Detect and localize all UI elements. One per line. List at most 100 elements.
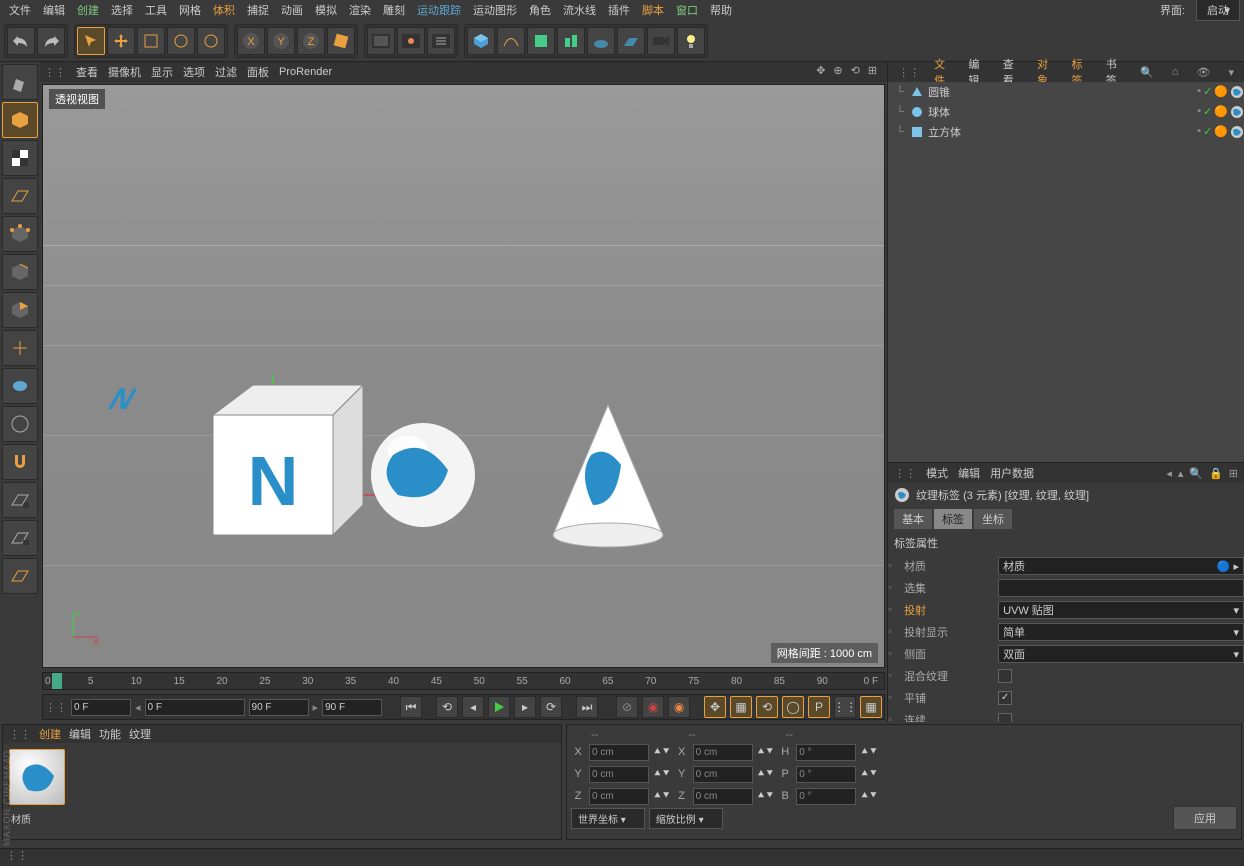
texture-mode-button[interactable] bbox=[2, 140, 38, 176]
rotate-tool[interactable] bbox=[167, 27, 195, 55]
polygon-mode-button[interactable] bbox=[2, 292, 38, 328]
menu-流水线[interactable]: 流水线 bbox=[558, 0, 601, 20]
size-z[interactable] bbox=[693, 788, 753, 805]
viewport-3d[interactable]: 透视视图 N N bbox=[42, 84, 885, 668]
timeline-ruler[interactable]: 051015202530354045505560657075808590 0 F bbox=[42, 672, 885, 690]
point-mode-button[interactable] bbox=[2, 216, 38, 252]
attr-tile-check[interactable] bbox=[998, 691, 1012, 705]
vp-menu-options[interactable]: 选项 bbox=[183, 64, 205, 80]
workplane-button[interactable] bbox=[2, 178, 38, 214]
menu-体积[interactable]: 体积 bbox=[208, 0, 240, 20]
vp-layout-icon[interactable]: ⊞ bbox=[868, 64, 877, 80]
prev-frame-button[interactable]: ◂ bbox=[462, 696, 484, 718]
eye-icon[interactable]: 👁 bbox=[1191, 64, 1217, 81]
vp-rotate-icon[interactable]: ⟲ bbox=[851, 64, 860, 80]
vp-menu-display[interactable]: 显示 bbox=[151, 64, 173, 80]
add-deformer-button[interactable] bbox=[557, 27, 585, 55]
menu-工具[interactable]: 工具 bbox=[140, 0, 172, 20]
menu-模拟[interactable]: 模拟 bbox=[310, 0, 342, 20]
opt1-button[interactable]: ✥ bbox=[704, 696, 726, 718]
pos-x[interactable] bbox=[589, 744, 649, 761]
axis-y-button[interactable]: Y bbox=[267, 27, 295, 55]
next-frame-button[interactable]: ▸ bbox=[514, 696, 536, 718]
attr-up-icon[interactable]: ▴ bbox=[1178, 467, 1184, 480]
attrtab-coord[interactable]: 坐标 bbox=[974, 509, 1012, 529]
goto-start-button[interactable]: ⏮ bbox=[400, 696, 422, 718]
attr-prev-icon[interactable]: ◂ bbox=[1166, 467, 1172, 480]
rot-p[interactable] bbox=[796, 766, 856, 783]
add-floor-button[interactable] bbox=[617, 27, 645, 55]
vp-menu-prorender[interactable]: ProRender bbox=[279, 66, 332, 78]
redo-button[interactable] bbox=[37, 27, 65, 55]
object-row-圆锥[interactable]: └圆锥▪✓🟠 bbox=[888, 82, 1244, 102]
record-button[interactable]: ⊘ bbox=[616, 696, 638, 718]
menu-运动图形[interactable]: 运动图形 bbox=[468, 0, 522, 20]
attr-find-icon[interactable]: 🔍 bbox=[1189, 467, 1203, 480]
size-y[interactable] bbox=[693, 766, 753, 783]
attr-mode[interactable]: 模式 bbox=[926, 465, 948, 481]
coord-system-button[interactable] bbox=[327, 27, 355, 55]
timeline-playhead[interactable] bbox=[52, 673, 62, 689]
loop-button[interactable]: ⟲ bbox=[436, 696, 458, 718]
attr-lock-icon[interactable]: 🔒 bbox=[1209, 467, 1223, 480]
vp-menu-view[interactable]: 查看 bbox=[76, 64, 98, 80]
add-spline-button[interactable] bbox=[497, 27, 525, 55]
object-row-球体[interactable]: └球体▪✓🟠 bbox=[888, 102, 1244, 122]
menu-窗口[interactable]: 窗口 bbox=[671, 0, 703, 20]
layout-dropdown[interactable]: 启动 ▾ bbox=[1196, 0, 1240, 21]
menu-动画[interactable]: 动画 bbox=[276, 0, 308, 20]
play-button[interactable] bbox=[488, 696, 510, 718]
render-region-button[interactable] bbox=[397, 27, 425, 55]
planar-workplane-button[interactable] bbox=[2, 558, 38, 594]
attr-select-field[interactable] bbox=[998, 579, 1244, 597]
pos-y[interactable] bbox=[589, 766, 649, 783]
axis-x-button[interactable]: X bbox=[237, 27, 265, 55]
snap-button[interactable]: S bbox=[2, 406, 38, 442]
menu-选择[interactable]: 选择 bbox=[106, 0, 138, 20]
opt6-button[interactable]: ⋮⋮ bbox=[834, 696, 856, 718]
attr-userdata[interactable]: 用户数据 bbox=[990, 465, 1034, 481]
autokey-button[interactable]: ◉ bbox=[642, 696, 664, 718]
attrtab-tag[interactable]: 标签 bbox=[934, 509, 972, 529]
rot-b[interactable] bbox=[796, 788, 856, 805]
make-editable-button[interactable] bbox=[2, 64, 38, 100]
coord-space-dropdown[interactable]: 世界坐标 ▾ bbox=[571, 808, 645, 829]
axis-mode-button[interactable] bbox=[2, 330, 38, 366]
menu-运动跟踪[interactable]: 运动跟踪 bbox=[412, 0, 466, 20]
attr-material-field[interactable]: 材质🔵 ▸ bbox=[998, 557, 1244, 575]
attr-cont-check[interactable] bbox=[998, 713, 1012, 722]
opt4-button[interactable]: ◯ bbox=[782, 696, 804, 718]
add-camera-button[interactable] bbox=[647, 27, 675, 55]
menu-捕捉[interactable]: 捕捉 bbox=[242, 0, 274, 20]
opt5-button[interactable]: P bbox=[808, 696, 830, 718]
attr-edit[interactable]: 编辑 bbox=[958, 465, 980, 481]
add-environment-button[interactable] bbox=[587, 27, 615, 55]
vp-menu-filter[interactable]: 过滤 bbox=[215, 64, 237, 80]
opt2-button[interactable]: ▦ bbox=[730, 696, 752, 718]
attr-mix-check[interactable] bbox=[998, 669, 1012, 683]
last-tool[interactable] bbox=[197, 27, 225, 55]
menu-文件[interactable]: 文件 bbox=[4, 0, 36, 20]
size-x[interactable] bbox=[693, 744, 753, 761]
vp-menu-camera[interactable]: 摄像机 bbox=[108, 64, 141, 80]
vp-nav-icon[interactable]: ✥ bbox=[816, 64, 825, 80]
keyframe-button[interactable]: ◉ bbox=[668, 696, 690, 718]
menu-帮助[interactable]: 帮助 bbox=[705, 0, 737, 20]
material-preview[interactable] bbox=[9, 749, 65, 805]
add-cube-button[interactable] bbox=[467, 27, 495, 55]
move-tool[interactable] bbox=[107, 27, 135, 55]
magnet-button[interactable] bbox=[2, 444, 38, 480]
mat-func[interactable]: 功能 bbox=[99, 726, 121, 742]
locked-workplane-button[interactable] bbox=[2, 520, 38, 556]
menu-创建[interactable]: 创建 bbox=[72, 0, 104, 20]
attr-side-field[interactable]: 双面▾ bbox=[998, 645, 1244, 663]
opt7-button[interactable]: ▦ bbox=[860, 696, 882, 718]
loop2-button[interactable]: ⟳ bbox=[540, 696, 562, 718]
select-tool[interactable] bbox=[77, 27, 105, 55]
axis-z-button[interactable]: Z bbox=[297, 27, 325, 55]
opt3-button[interactable]: ⟲ bbox=[756, 696, 778, 718]
attr-new-icon[interactable]: ⊞ bbox=[1229, 467, 1238, 480]
apply-button[interactable]: 应用 bbox=[1173, 806, 1237, 830]
menu-雕刻[interactable]: 雕刻 bbox=[378, 0, 410, 20]
frame-cur-input[interactable] bbox=[145, 699, 245, 716]
